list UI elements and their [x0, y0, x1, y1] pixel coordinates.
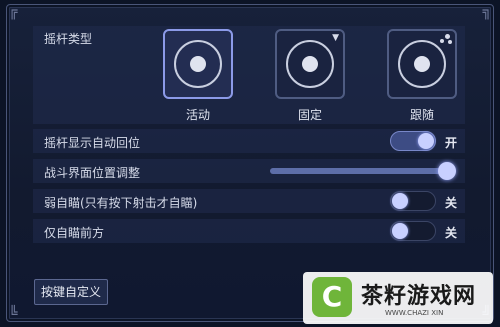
auto-return-toggle[interactable] — [390, 131, 436, 151]
ui-position-slider[interactable] — [270, 162, 456, 180]
setting-row-ui-position: 战斗界面位置调整 — [33, 159, 465, 183]
front-aim-toggle[interactable] — [390, 221, 436, 241]
toggle-knob — [392, 193, 408, 209]
toggle-state-label: 开 — [445, 136, 458, 150]
weak-aim-toggle[interactable] — [390, 191, 436, 211]
toggle-state-label: 关 — [445, 196, 458, 210]
custom-keys-button[interactable]: 按键自定义 — [34, 279, 108, 305]
toggle-knob — [392, 223, 408, 239]
joystick-option-label: 跟随 — [409, 108, 434, 122]
joystick-option-label: 固定 — [297, 108, 322, 122]
pin-icon: ▼ — [332, 33, 339, 43]
frame-corner-ornament: ╗ — [482, 4, 491, 20]
watermark-logo-icon: C — [312, 277, 352, 317]
dots-icon — [440, 34, 452, 44]
toggle-knob — [418, 133, 434, 149]
toggle-state-label: 关 — [445, 226, 458, 240]
setting-row-front-aim: 仅自瞄前方 关 — [33, 219, 465, 243]
joystick-option-label: 活动 — [185, 108, 210, 122]
joystick-option-active[interactable] — [163, 29, 233, 99]
joystick-knob-icon — [190, 56, 206, 72]
joystick-option-fixed[interactable]: ▼ — [275, 29, 345, 99]
watermark-url: WWW.CHAZI XIN — [385, 309, 444, 317]
slider-thumb[interactable] — [438, 162, 456, 180]
joystick-knob-icon — [302, 56, 318, 72]
setting-label: 弱自瞄(只有按下射击才自瞄) — [44, 196, 198, 210]
frame-corner-ornament: ╚ — [9, 306, 18, 322]
setting-label: 战斗界面位置调整 — [44, 166, 141, 180]
frame-corner-ornament: ╔ — [9, 4, 18, 20]
joystick-knob-icon — [414, 56, 430, 72]
joystick-option-follow[interactable] — [387, 29, 457, 99]
setting-row-weak-aim: 弱自瞄(只有按下射击才自瞄) 关 — [33, 189, 465, 213]
watermark-title: 茶籽游戏网 — [361, 284, 477, 309]
site-watermark: C 茶籽游戏网 WWW.CHAZI XIN — [303, 272, 493, 324]
setting-row-auto-return: 摇杆显示自动回位 开 — [33, 129, 465, 153]
joystick-type-label: 摇杆类型 — [44, 32, 93, 46]
setting-label: 摇杆显示自动回位 — [44, 136, 141, 150]
slider-fill — [270, 168, 456, 174]
setting-label: 仅自瞄前方 — [44, 226, 105, 240]
